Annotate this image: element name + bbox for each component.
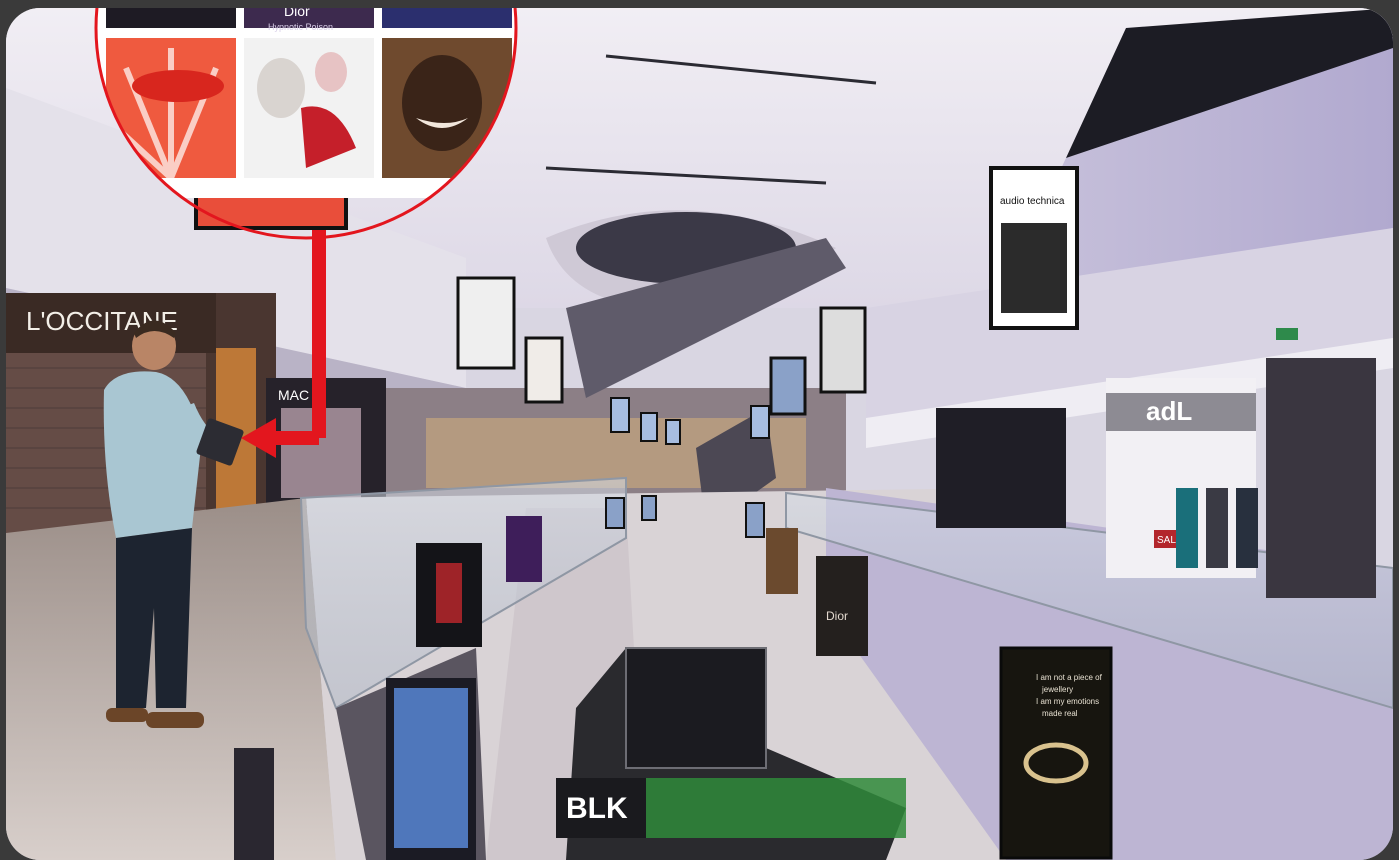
svg-text:adL: adL [1146,396,1192,426]
fashion-hanging-sign [456,276,516,370]
svg-text:I am not a piece of: I am not a piece of [1036,673,1103,682]
svg-text:I am my emotions: I am my emotions [1036,697,1099,706]
svg-text:Dior: Dior [826,609,848,623]
mall-atrium-photo: L'OCCITANE MAC adL SALE audio technica D… [6,8,1393,860]
svg-text:jewellery: jewellery [1041,685,1073,694]
portrait-hanging-sign [819,306,867,394]
mac-sign: MAC [278,387,309,403]
screenshot-frame: L'OCCITANE MAC adL SALE audio technica D… [0,0,1399,860]
svg-text:made real: made real [1042,709,1078,718]
mall-scene: L'OCCITANE MAC adL SALE audio technica D… [6,8,1393,860]
exit-sign [1276,328,1298,340]
svg-text:Hypnotic Poison: Hypnotic Poison [268,22,333,32]
blk-sign: BLK [566,792,628,825]
beauty-hanging-sign [524,336,564,404]
dior-inset-text: Dior [284,8,310,19]
dior-display [816,556,868,656]
dark-storefront [936,408,1066,528]
svg-text:audio technica: audio technica [1000,196,1065,207]
